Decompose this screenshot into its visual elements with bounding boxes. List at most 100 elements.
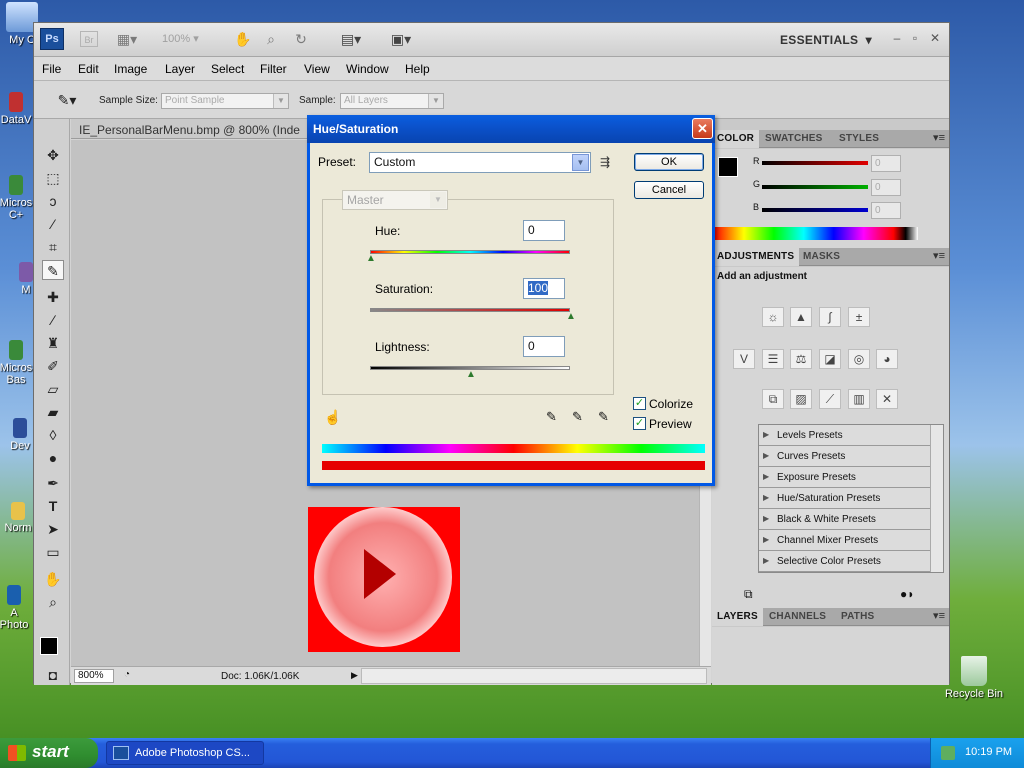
channel-select[interactable]: Master ▼ xyxy=(342,190,448,210)
maximize-icon[interactable]: ▫ xyxy=(908,31,922,45)
hand-tool-icon[interactable]: ✋ xyxy=(42,569,64,589)
zoom-tool-icon[interactable]: ⌕ xyxy=(42,592,64,612)
close-icon[interactable]: ✕ xyxy=(928,31,942,45)
menu-window[interactable]: Window xyxy=(346,62,389,76)
tab-masks[interactable]: MASKS xyxy=(798,248,845,266)
brush-tool-icon[interactable]: ∕ xyxy=(42,310,64,330)
channel-r-slider[interactable] xyxy=(762,161,868,165)
hue-saturation-icon[interactable]: ☰ xyxy=(762,349,784,369)
sample-size-select[interactable]: Point Sample ▼ xyxy=(161,93,289,109)
gradient-tool-icon[interactable]: ▰ xyxy=(42,402,64,422)
zoom-level-select[interactable]: 100% ▾ xyxy=(162,32,199,45)
curves-icon[interactable]: ∫ xyxy=(819,307,841,327)
menu-file[interactable]: File xyxy=(42,62,61,76)
lightness-slider-thumb[interactable]: ▲ xyxy=(466,370,476,380)
status-menu-arrow-icon[interactable]: ▶ xyxy=(351,670,358,681)
menu-edit[interactable]: Edit xyxy=(78,62,99,76)
status-options-icon[interactable]: ◔ xyxy=(119,669,135,683)
eyedropper-minus-icon[interactable]: ✎ xyxy=(598,409,609,425)
blur-tool-icon[interactable]: ◊ xyxy=(42,425,64,445)
targeted-adjustment-icon[interactable]: ☝ xyxy=(324,409,341,426)
clone-stamp-tool-icon[interactable]: ♜ xyxy=(42,333,64,353)
crop-tool-icon[interactable]: ⌗ xyxy=(42,237,64,257)
eraser-tool-icon[interactable]: ▱ xyxy=(42,379,64,399)
preset-black-white[interactable]: ▶ Black & White Presets xyxy=(759,509,930,530)
menu-select[interactable]: Select xyxy=(211,62,244,76)
magic-wand-tool-icon[interactable]: ⁄ xyxy=(42,214,64,234)
saturation-slider-thumb[interactable]: ▲ xyxy=(566,312,576,322)
saturation-input[interactable]: 100 xyxy=(523,278,565,299)
tool-preset-picker[interactable]: ✎▾ xyxy=(52,90,82,110)
dialog-title-bar[interactable]: Hue/Saturation ✕ xyxy=(307,115,715,143)
clip-to-layer-icon[interactable]: ●◗ xyxy=(900,587,915,601)
shape-tool-icon[interactable]: ▭ xyxy=(42,542,64,562)
preset-levels[interactable]: ▶ Levels Presets xyxy=(759,425,930,446)
channel-r-value[interactable]: 0 xyxy=(871,155,901,172)
lasso-tool-icon[interactable]: ↄ xyxy=(42,191,64,211)
preset-exposure[interactable]: ▶ Exposure Presets xyxy=(759,467,930,488)
menu-view[interactable]: View xyxy=(304,62,330,76)
channel-g-slider[interactable] xyxy=(762,185,868,189)
rotate-view-icon[interactable]: ↻ xyxy=(292,31,310,47)
menu-layer[interactable]: Layer xyxy=(165,62,195,76)
tab-styles[interactable]: STYLES xyxy=(834,130,884,148)
tab-adjustments[interactable]: ADJUSTMENTS xyxy=(712,248,800,266)
taskbar-item-photoshop[interactable]: Adobe Photoshop CS... xyxy=(106,741,264,765)
preset-channel-mixer[interactable]: ▶ Channel Mixer Presets xyxy=(759,530,930,551)
hue-slider[interactable] xyxy=(370,250,570,254)
menu-filter[interactable]: Filter xyxy=(260,62,287,76)
tab-paths[interactable]: PATHS xyxy=(836,608,879,626)
dodge-tool-icon[interactable]: ● xyxy=(42,448,64,468)
channel-g-value[interactable]: 0 xyxy=(871,179,901,196)
network-icon[interactable] xyxy=(941,746,955,760)
tab-layers[interactable]: LAYERS xyxy=(712,608,763,626)
vibrance-icon[interactable]: V xyxy=(733,349,755,369)
lightness-input[interactable]: 0 xyxy=(523,336,565,357)
preview-checkbox[interactable]: ✓ xyxy=(633,417,646,430)
posterize-icon[interactable]: ▨ xyxy=(790,389,812,409)
invert-icon[interactable]: ⧉ xyxy=(762,389,784,409)
screen-mode-icon[interactable]: ▣▾ xyxy=(386,31,416,47)
hue-slider-thumb[interactable]: ▲ xyxy=(366,254,376,264)
photo-filter-icon[interactable]: ◎ xyxy=(848,349,870,369)
sample-select[interactable]: All Layers ▼ xyxy=(340,93,444,109)
zoom-tool-icon[interactable]: ⌕ xyxy=(262,31,280,47)
quick-mask-icon[interactable]: ◘ xyxy=(42,665,64,685)
preset-selective-color[interactable]: ▶ Selective Color Presets xyxy=(759,551,930,572)
tab-channels[interactable]: CHANNELS xyxy=(764,608,831,626)
panel-menu-icon[interactable]: ▾≡ xyxy=(933,609,945,622)
panel-menu-icon[interactable]: ▾≡ xyxy=(933,249,945,262)
levels-icon[interactable]: ▲ xyxy=(790,307,812,327)
tab-color[interactable]: COLOR xyxy=(712,130,760,148)
desktop-icon-recycle-bin[interactable]: Recycle Bin xyxy=(940,656,1008,700)
selective-color-icon[interactable]: ✕ xyxy=(876,389,898,409)
cancel-button[interactable]: Cancel xyxy=(634,181,704,199)
presets-scrollbar[interactable] xyxy=(930,425,943,572)
gradient-map-icon[interactable]: ▥ xyxy=(848,389,870,409)
color-ramp[interactable] xyxy=(714,227,918,240)
foreground-color-swatch[interactable] xyxy=(718,157,738,177)
path-selection-tool-icon[interactable]: ➤ xyxy=(42,519,64,539)
minimize-icon[interactable]: – xyxy=(890,31,904,45)
workspace-switcher[interactable]: ESSENTIALS ▾ xyxy=(780,33,872,47)
tab-swatches[interactable]: SWATCHES xyxy=(760,130,828,148)
brightness-contrast-icon[interactable]: ☼ xyxy=(762,307,784,327)
move-tool-icon[interactable]: ✥ xyxy=(42,145,64,165)
arrange-documents-icon[interactable]: ▤▾ xyxy=(336,31,366,47)
preset-options-icon[interactable]: ⇶ xyxy=(600,155,610,169)
hue-input[interactable]: 0 xyxy=(523,220,565,241)
eyedropper-tool-icon[interactable]: ✎ xyxy=(42,260,64,280)
panel-menu-icon[interactable]: ▾≡ xyxy=(933,131,945,144)
preset-curves[interactable]: ▶ Curves Presets xyxy=(759,446,930,467)
type-tool-icon[interactable]: T xyxy=(42,496,64,516)
channel-mixer-icon[interactable]: ◕ xyxy=(876,349,898,369)
start-button[interactable]: start xyxy=(0,738,98,768)
history-brush-tool-icon[interactable]: ✐ xyxy=(42,356,64,376)
eyedropper-icon[interactable]: ✎ xyxy=(546,409,557,425)
channel-b-slider[interactable] xyxy=(762,208,868,212)
ok-button[interactable]: OK xyxy=(634,153,704,171)
colorize-checkbox[interactable]: ✓ xyxy=(633,397,646,410)
black-white-icon[interactable]: ◪ xyxy=(819,349,841,369)
marquee-tool-icon[interactable]: ⬚ xyxy=(42,168,64,188)
eyedropper-plus-icon[interactable]: ✎ xyxy=(572,409,583,425)
